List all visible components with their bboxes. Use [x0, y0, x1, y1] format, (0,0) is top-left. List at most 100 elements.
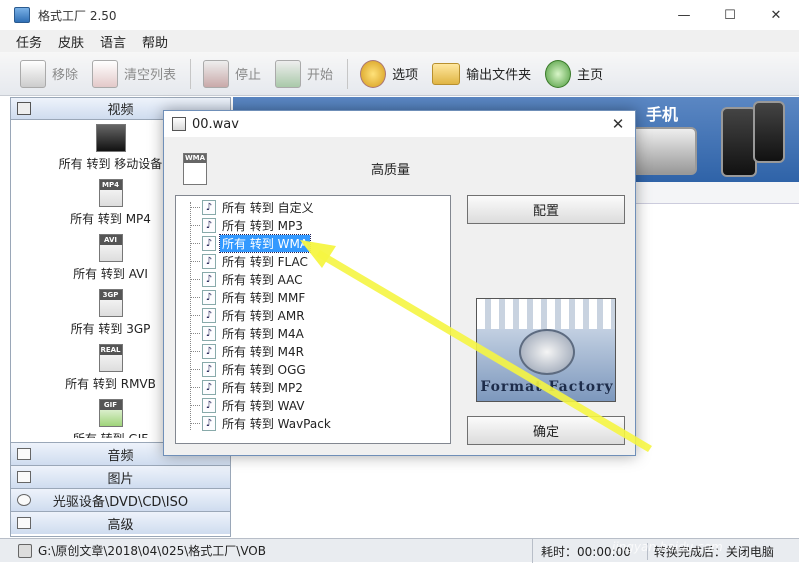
audio-format-item[interactable]: ♪ 所有 转到 MMF	[176, 288, 307, 306]
mobile-device-icon	[95, 124, 126, 152]
music-note-icon: ♪	[202, 379, 216, 395]
icon-tag: MP4	[99, 180, 122, 190]
audio-format-label: 所有 转到 AMR	[222, 308, 305, 323]
start-button[interactable]: 开始	[275, 59, 334, 88]
tree-branch	[190, 260, 200, 262]
folder-icon	[432, 62, 461, 85]
icon-tag: 3GP	[99, 290, 122, 300]
audio-format-label: 所有 转到 MP3	[222, 218, 303, 233]
music-note-icon: ♪	[202, 217, 216, 233]
maximize-button[interactable]: ☐	[707, 0, 753, 30]
home-label: 主页	[577, 68, 604, 83]
logo-text: Format Factory	[480, 379, 614, 395]
dialog-icon	[172, 117, 186, 131]
output-folder-button[interactable]: 输出文件夹	[432, 62, 531, 85]
options-button[interactable]: 选项	[360, 59, 418, 88]
audio-format-item[interactable]: ♪ 所有 转到 MP3	[176, 216, 305, 234]
audio-format-label: 所有 转到 M4A	[222, 326, 304, 341]
advanced-section-header[interactable]: 高级	[11, 511, 230, 534]
gear-icon	[360, 59, 387, 88]
format-item-label: 所有 转到 MP4	[70, 212, 151, 226]
audio-format-item[interactable]: ♪ 所有 转到 WavPack	[176, 414, 333, 432]
audio-format-item[interactable]: ♪ 所有 转到 WMA	[176, 233, 312, 253]
audio-format-label: 所有 转到 OGG	[222, 362, 306, 377]
music-note-icon: ♪	[202, 307, 216, 323]
phone-image	[721, 107, 757, 177]
stop-label: 停止	[235, 68, 262, 83]
music-note-icon: ♪	[202, 415, 216, 431]
audio-format-label: 所有 转到 WAV	[222, 398, 305, 413]
music-note-icon: ♪	[202, 397, 216, 413]
audio-format-item[interactable]: ♪ 所有 转到 M4A	[176, 324, 306, 342]
clear-list-icon	[92, 59, 119, 88]
audio-format-item[interactable]: ♪ 所有 转到 MP2	[176, 378, 305, 396]
audio-format-item[interactable]: ♪ 所有 转到 M4R	[176, 342, 306, 360]
format-item-label: 所有 转到 移动设备	[58, 157, 163, 171]
start-label: 开始	[307, 68, 334, 83]
tree-branch	[190, 314, 200, 316]
image-icon	[17, 471, 31, 483]
home-icon	[545, 59, 572, 88]
image-section-header[interactable]: 图片	[11, 465, 230, 488]
icon-tag: REAL	[99, 345, 122, 355]
audio-format-label: 所有 转到 WMA	[218, 233, 312, 253]
menu-task[interactable]: 任务	[16, 32, 42, 51]
format-item-label: 所有 转到 AVI	[73, 267, 148, 281]
audio-format-item[interactable]: ♪ 所有 转到 自定义	[176, 198, 316, 216]
music-note-icon: ♪	[202, 199, 216, 215]
menu-language[interactable]: 语言	[100, 32, 126, 51]
tree-branch	[190, 332, 200, 334]
minimize-button[interactable]: —	[661, 0, 707, 30]
audio-format-item[interactable]: ♪ 所有 转到 OGG	[176, 360, 308, 378]
mp4-file-icon: MP4	[98, 179, 123, 207]
avi-file-icon: AVI	[98, 234, 123, 262]
start-icon	[275, 59, 302, 88]
audio-format-label: 所有 转到 FLAC	[222, 254, 308, 269]
banner-text: 手机	[646, 105, 679, 124]
tree-branch	[190, 296, 200, 298]
tree-branch	[190, 422, 200, 424]
window-controls: — ☐ ✕	[661, 0, 799, 30]
audio-format-item[interactable]: ♪ 所有 转到 WAV	[176, 396, 307, 414]
format-dialog: 00.wav ✕ WMA 高质量 ♪ 所有 转到 自定义 ♪ 所有 转到 MP3 ♪ 所有…	[163, 110, 636, 456]
audio-format-label: 所有 转到 AAC	[222, 272, 303, 287]
close-button[interactable]: ✕	[753, 0, 799, 30]
menu-help[interactable]: 帮助	[142, 32, 168, 51]
audio-format-label: 所有 转到 MP2	[222, 380, 303, 395]
app-icon	[14, 7, 30, 23]
config-button[interactable]: 配置	[467, 195, 625, 224]
audio-format-item[interactable]: ♪ 所有 转到 FLAC	[176, 252, 310, 270]
clear-list-button[interactable]: 清空列表	[92, 59, 177, 88]
advanced-icon	[17, 517, 31, 529]
audio-format-label: 所有 转到 MMF	[222, 290, 306, 305]
advanced-section-label: 高级	[107, 517, 134, 533]
disc-icon	[17, 494, 31, 506]
music-note-icon: ♪	[202, 289, 216, 305]
remove-button[interactable]: 移除	[20, 59, 79, 88]
icon-tag: AVI	[99, 235, 122, 245]
stop-button[interactable]: 停止	[203, 59, 262, 88]
format-item-label: 所有 转到 GIF	[73, 430, 148, 438]
audio-format-item[interactable]: ♪ 所有 转到 AMR	[176, 306, 307, 324]
audio-format-label: 所有 转到 M4R	[222, 344, 304, 359]
dialog-title-bar: 00.wav ✕	[164, 111, 635, 137]
toolbar-separator	[190, 58, 192, 89]
audio-format-item[interactable]: ♪ 所有 转到 AAC	[176, 270, 305, 288]
music-note-icon: ♪	[202, 271, 216, 287]
music-note-icon: ♪	[202, 235, 216, 251]
disc-section-header[interactable]: 光驱设备\DVD\CD\ISO	[11, 488, 230, 511]
home-button[interactable]: 主页	[545, 59, 604, 88]
menu-skin[interactable]: 皮肤	[58, 32, 84, 51]
tree-branch	[190, 224, 200, 226]
gif-file-icon: GIF	[98, 399, 123, 427]
music-note-icon: ♪	[202, 361, 216, 377]
dialog-title: 00.wav	[192, 116, 239, 132]
clear-list-label: 清空列表	[124, 68, 177, 83]
tree-branch	[190, 278, 200, 280]
dialog-close-button[interactable]: ✕	[601, 111, 635, 137]
phone-image	[753, 101, 785, 163]
remove-label: 移除	[52, 68, 79, 83]
ok-button[interactable]: 确定	[467, 416, 625, 445]
tree-branch	[190, 404, 200, 406]
tree-branch	[190, 242, 200, 244]
